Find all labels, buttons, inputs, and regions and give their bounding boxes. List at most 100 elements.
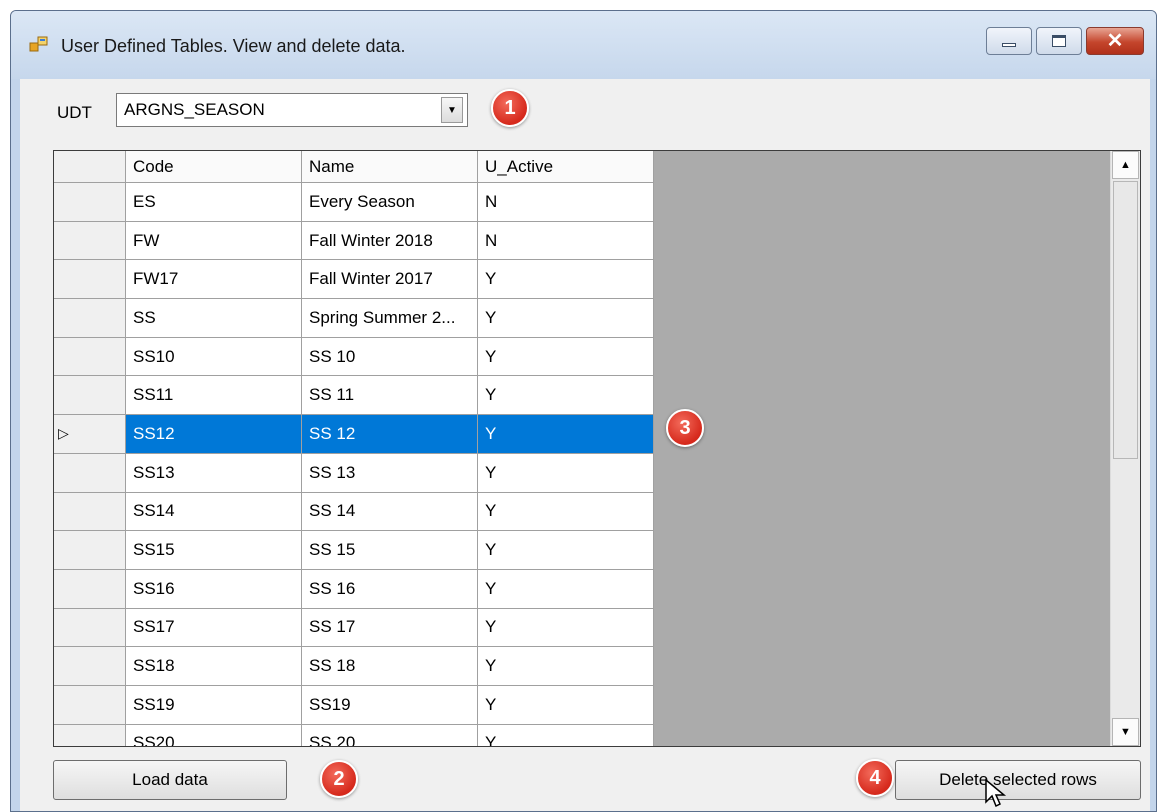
row-header[interactable]	[54, 376, 126, 415]
maximize-icon	[1052, 35, 1066, 47]
table-row[interactable]: SS14 SS 14 Y	[54, 492, 654, 532]
cell-u-active[interactable]: N	[478, 221, 654, 260]
cell-code[interactable]: SS	[126, 299, 302, 337]
cell-u-active[interactable]: Y	[478, 299, 654, 337]
cell-name[interactable]: SS 17	[302, 608, 478, 647]
cell-code[interactable]: SS18	[126, 647, 302, 685]
row-header[interactable]	[54, 608, 126, 647]
column-header-u-active[interactable]: U_Active	[478, 151, 654, 182]
load-data-button[interactable]: Load data	[53, 760, 287, 800]
table-row[interactable]: SS17 SS 17 Y	[54, 608, 654, 648]
row-header[interactable]	[54, 337, 126, 376]
row-header[interactable]	[54, 299, 126, 337]
cell-u-active[interactable]: Y	[478, 608, 654, 647]
cell-code[interactable]: FW	[126, 221, 302, 260]
table-row[interactable]: SS11 SS 11 Y	[54, 376, 654, 416]
maximize-button[interactable]	[1036, 27, 1082, 55]
table-row[interactable]: SS13 SS 13 Y	[54, 453, 654, 493]
minimize-button[interactable]	[986, 27, 1032, 55]
cell-code[interactable]: SS12	[126, 415, 302, 453]
cell-u-active[interactable]: Y	[478, 531, 654, 569]
row-header[interactable]: ▷	[54, 415, 126, 453]
cell-code[interactable]: SS11	[126, 376, 302, 415]
row-header[interactable]	[54, 183, 126, 221]
row-header-corner[interactable]	[54, 151, 126, 182]
mouse-pointer-icon	[985, 778, 1007, 808]
cell-name[interactable]: Every Season	[302, 183, 478, 221]
table-row[interactable]: SS18 SS 18 Y	[54, 647, 654, 686]
row-header[interactable]	[54, 260, 126, 299]
cell-code[interactable]: SS17	[126, 608, 302, 647]
scroll-down-button[interactable]: ▼	[1112, 718, 1139, 746]
cell-name[interactable]: Fall Winter 2017	[302, 260, 478, 299]
cell-name[interactable]: SS 13	[302, 453, 478, 492]
row-header[interactable]	[54, 647, 126, 685]
row-header[interactable]	[54, 724, 126, 746]
cell-code[interactable]: FW17	[126, 260, 302, 299]
table-row[interactable]: SS Spring Summer 2... Y	[54, 299, 654, 338]
cell-u-active[interactable]: Y	[478, 647, 654, 685]
cell-name[interactable]: SS 20	[302, 724, 478, 746]
table-row[interactable]: SS15 SS 15 Y	[54, 531, 654, 570]
row-header[interactable]	[54, 492, 126, 531]
cell-name[interactable]: SS 14	[302, 492, 478, 531]
column-header-code[interactable]: Code	[126, 151, 302, 182]
cell-name[interactable]: SS19	[302, 685, 478, 724]
cell-name[interactable]: SS 11	[302, 376, 478, 415]
cell-name[interactable]: SS 15	[302, 531, 478, 569]
vertical-scrollbar[interactable]: ▲ ▼	[1110, 151, 1140, 746]
row-header[interactable]	[54, 569, 126, 608]
callout-badge-3: 3	[666, 409, 704, 447]
cell-u-active[interactable]: Y	[478, 724, 654, 746]
cell-name[interactable]: SS 18	[302, 647, 478, 685]
column-header-name[interactable]: Name	[302, 151, 478, 182]
row-header[interactable]	[54, 453, 126, 492]
scrollbar-thumb[interactable]	[1113, 181, 1138, 459]
cell-name[interactable]: Spring Summer 2...	[302, 299, 478, 337]
cell-name[interactable]: SS 16	[302, 569, 478, 608]
row-header[interactable]	[54, 221, 126, 260]
cell-code[interactable]: SS19	[126, 685, 302, 724]
row-header[interactable]	[54, 685, 126, 724]
grid-header: Code Name U_Active	[54, 151, 654, 183]
data-grid[interactable]: Code Name U_Active ES Every Season N FW Fall…	[53, 150, 1141, 747]
cell-u-active[interactable]: Y	[478, 376, 654, 415]
cell-name[interactable]: Fall Winter 2018	[302, 221, 478, 260]
cell-code[interactable]: ES	[126, 183, 302, 221]
close-icon: ✕	[1106, 30, 1124, 52]
table-row[interactable]: ES Every Season N	[54, 183, 654, 222]
close-button[interactable]: ✕	[1086, 27, 1144, 55]
chevron-down-icon: ▼	[1120, 726, 1131, 738]
cell-u-active[interactable]: Y	[478, 415, 654, 453]
window-controls: ✕	[986, 27, 1144, 55]
cell-code[interactable]: SS16	[126, 569, 302, 608]
table-row[interactable]: SS16 SS 16 Y	[54, 569, 654, 609]
cell-u-active[interactable]: Y	[478, 337, 654, 376]
table-row[interactable]: FW17 Fall Winter 2017 Y	[54, 260, 654, 300]
table-row[interactable]: SS19 SS19 Y	[54, 685, 654, 725]
table-row[interactable]: SS10 SS 10 Y	[54, 337, 654, 377]
cell-name[interactable]: SS 12	[302, 415, 478, 453]
cell-u-active[interactable]: Y	[478, 453, 654, 492]
cell-code[interactable]: SS15	[126, 531, 302, 569]
cell-code[interactable]: SS20	[126, 724, 302, 746]
cell-u-active[interactable]: Y	[478, 260, 654, 299]
scroll-up-button[interactable]: ▲	[1112, 151, 1139, 179]
delete-selected-rows-button[interactable]: Delete selected rows	[895, 760, 1141, 800]
table-row[interactable]: ▷ SS12 SS 12 Y	[54, 415, 654, 454]
chevron-down-icon[interactable]: ▼	[441, 97, 463, 123]
cell-code[interactable]: SS13	[126, 453, 302, 492]
app-window: User Defined Tables. View and delete dat…	[10, 10, 1157, 812]
title-bar[interactable]: User Defined Tables. View and delete dat…	[11, 11, 1156, 79]
cell-u-active[interactable]: Y	[478, 685, 654, 724]
cell-code[interactable]: SS10	[126, 337, 302, 376]
table-row[interactable]: FW Fall Winter 2018 N	[54, 221, 654, 261]
table-row[interactable]: SS20 SS 20 Y	[54, 724, 654, 746]
udt-dropdown[interactable]: ARGNS_SEASON ▼	[116, 93, 468, 127]
cell-u-active[interactable]: Y	[478, 492, 654, 531]
cell-code[interactable]: SS14	[126, 492, 302, 531]
row-header[interactable]	[54, 531, 126, 569]
cell-u-active[interactable]: Y	[478, 569, 654, 608]
cell-name[interactable]: SS 10	[302, 337, 478, 376]
cell-u-active[interactable]: N	[478, 183, 654, 221]
